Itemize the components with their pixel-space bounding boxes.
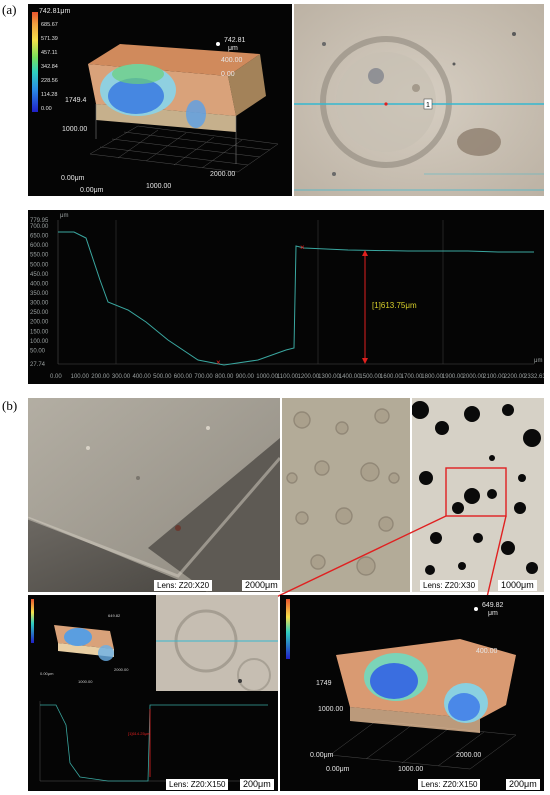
surface-3d-large-b: 649.82 μm 400.00 1749 1000.00 0.00μm 0.0… [280,595,544,791]
svg-text:1749: 1749 [316,680,332,687]
svg-text:1000.00: 1000.00 [78,679,93,684]
small-micrograph [156,595,278,691]
svg-text:1000.00: 1000.00 [318,706,343,713]
svg-text:0.00μm: 0.00μm [310,752,334,759]
large-pit [370,663,418,699]
svg-text:μm: μm [488,610,498,617]
scale-label-b5: 200μm [506,779,540,790]
lens-label-b5: Lens: Z20:X150 [418,779,481,790]
composite-small-b: 649.82 0.00μm 1000.00 2000.00 [1]614.25μ… [28,595,278,791]
svg-text:2000.00: 2000.00 [114,667,129,672]
svg-text:2000.00: 2000.00 [456,752,481,759]
large-pit2 [448,693,480,721]
svg-text:649.82: 649.82 [482,602,504,609]
lens-label-b4: Lens: Z20:X150 [166,779,229,790]
svg-text:1000.00: 1000.00 [398,766,423,773]
scale-label-b4: 200μm [240,779,274,790]
small-profile-chart: [1]614.25μm [39,701,274,782]
small-surface-3d: 649.82 0.00μm 1000.00 2000.00 [31,599,129,684]
svg-text:0.00μm: 0.00μm [40,671,54,676]
svg-text:0.00μm: 0.00μm [326,766,350,773]
svg-text:649.82: 649.82 [108,613,121,618]
svg-text:[1]614.25μm: [1]614.25μm [128,731,151,736]
svg-text:400.00: 400.00 [476,648,498,655]
